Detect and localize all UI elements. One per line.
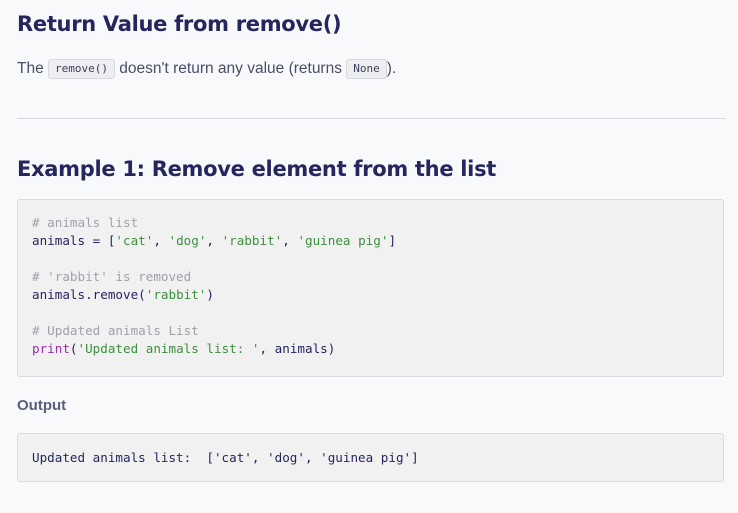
inline-code-remove: remove()	[48, 59, 115, 79]
code-text: animals = [	[32, 233, 116, 248]
code-text: ,	[206, 233, 222, 248]
code-comment: # 'rabbit' is removed	[32, 269, 192, 284]
code-text: ,	[282, 233, 298, 248]
code-line: print('Updated animals list: ', animals)	[32, 340, 723, 358]
code-string: 'dog'	[168, 233, 207, 248]
code-text: )	[206, 287, 214, 302]
code-string: 'rabbit'	[221, 233, 283, 248]
code-string: 'cat'	[115, 233, 154, 248]
para-text-end: ).	[386, 60, 397, 77]
code-block[interactable]: # animals list animals = ['cat', 'dog', …	[17, 199, 724, 377]
code-text: , animals)	[259, 341, 336, 356]
code-line: animals = ['cat', 'dog', 'rabbit', 'guin…	[32, 232, 723, 250]
code-comment: # Updated animals List	[32, 323, 199, 338]
code-string: 'guinea pig'	[297, 233, 389, 248]
code-text: ,	[153, 233, 169, 248]
code-keyword: print	[32, 341, 70, 356]
code-line: animals.remove('rabbit')	[32, 286, 723, 304]
code-text: ]	[388, 233, 397, 248]
code-string: 'Updated animals list: '	[77, 341, 260, 356]
code-line: # Updated animals List	[32, 322, 723, 340]
section-divider	[17, 118, 726, 119]
code-text: (	[69, 341, 78, 356]
output-text: Updated animals list: ['cat', 'dog', 'gu…	[32, 450, 419, 465]
example-heading: Example 1: Remove element from the list	[17, 157, 497, 181]
code-line: # 'rabbit' is removed	[32, 268, 723, 286]
para-text-middle: doesn't return any value (returns	[115, 60, 347, 77]
para-text-start: The	[17, 60, 49, 77]
code-comment: # animals list	[32, 215, 139, 230]
return-value-paragraph: The remove() doesn't return any value (r…	[17, 59, 396, 79]
output-block[interactable]: Updated animals list: ['cat', 'dog', 'gu…	[17, 433, 724, 482]
code-text: animals.remove(	[32, 287, 146, 302]
inline-code-none: None	[346, 59, 387, 79]
code-string: 'rabbit'	[145, 287, 207, 302]
return-value-heading: Return Value from remove()	[17, 12, 342, 36]
code-line: # animals list	[32, 214, 723, 232]
output-label: Output	[17, 397, 67, 414]
